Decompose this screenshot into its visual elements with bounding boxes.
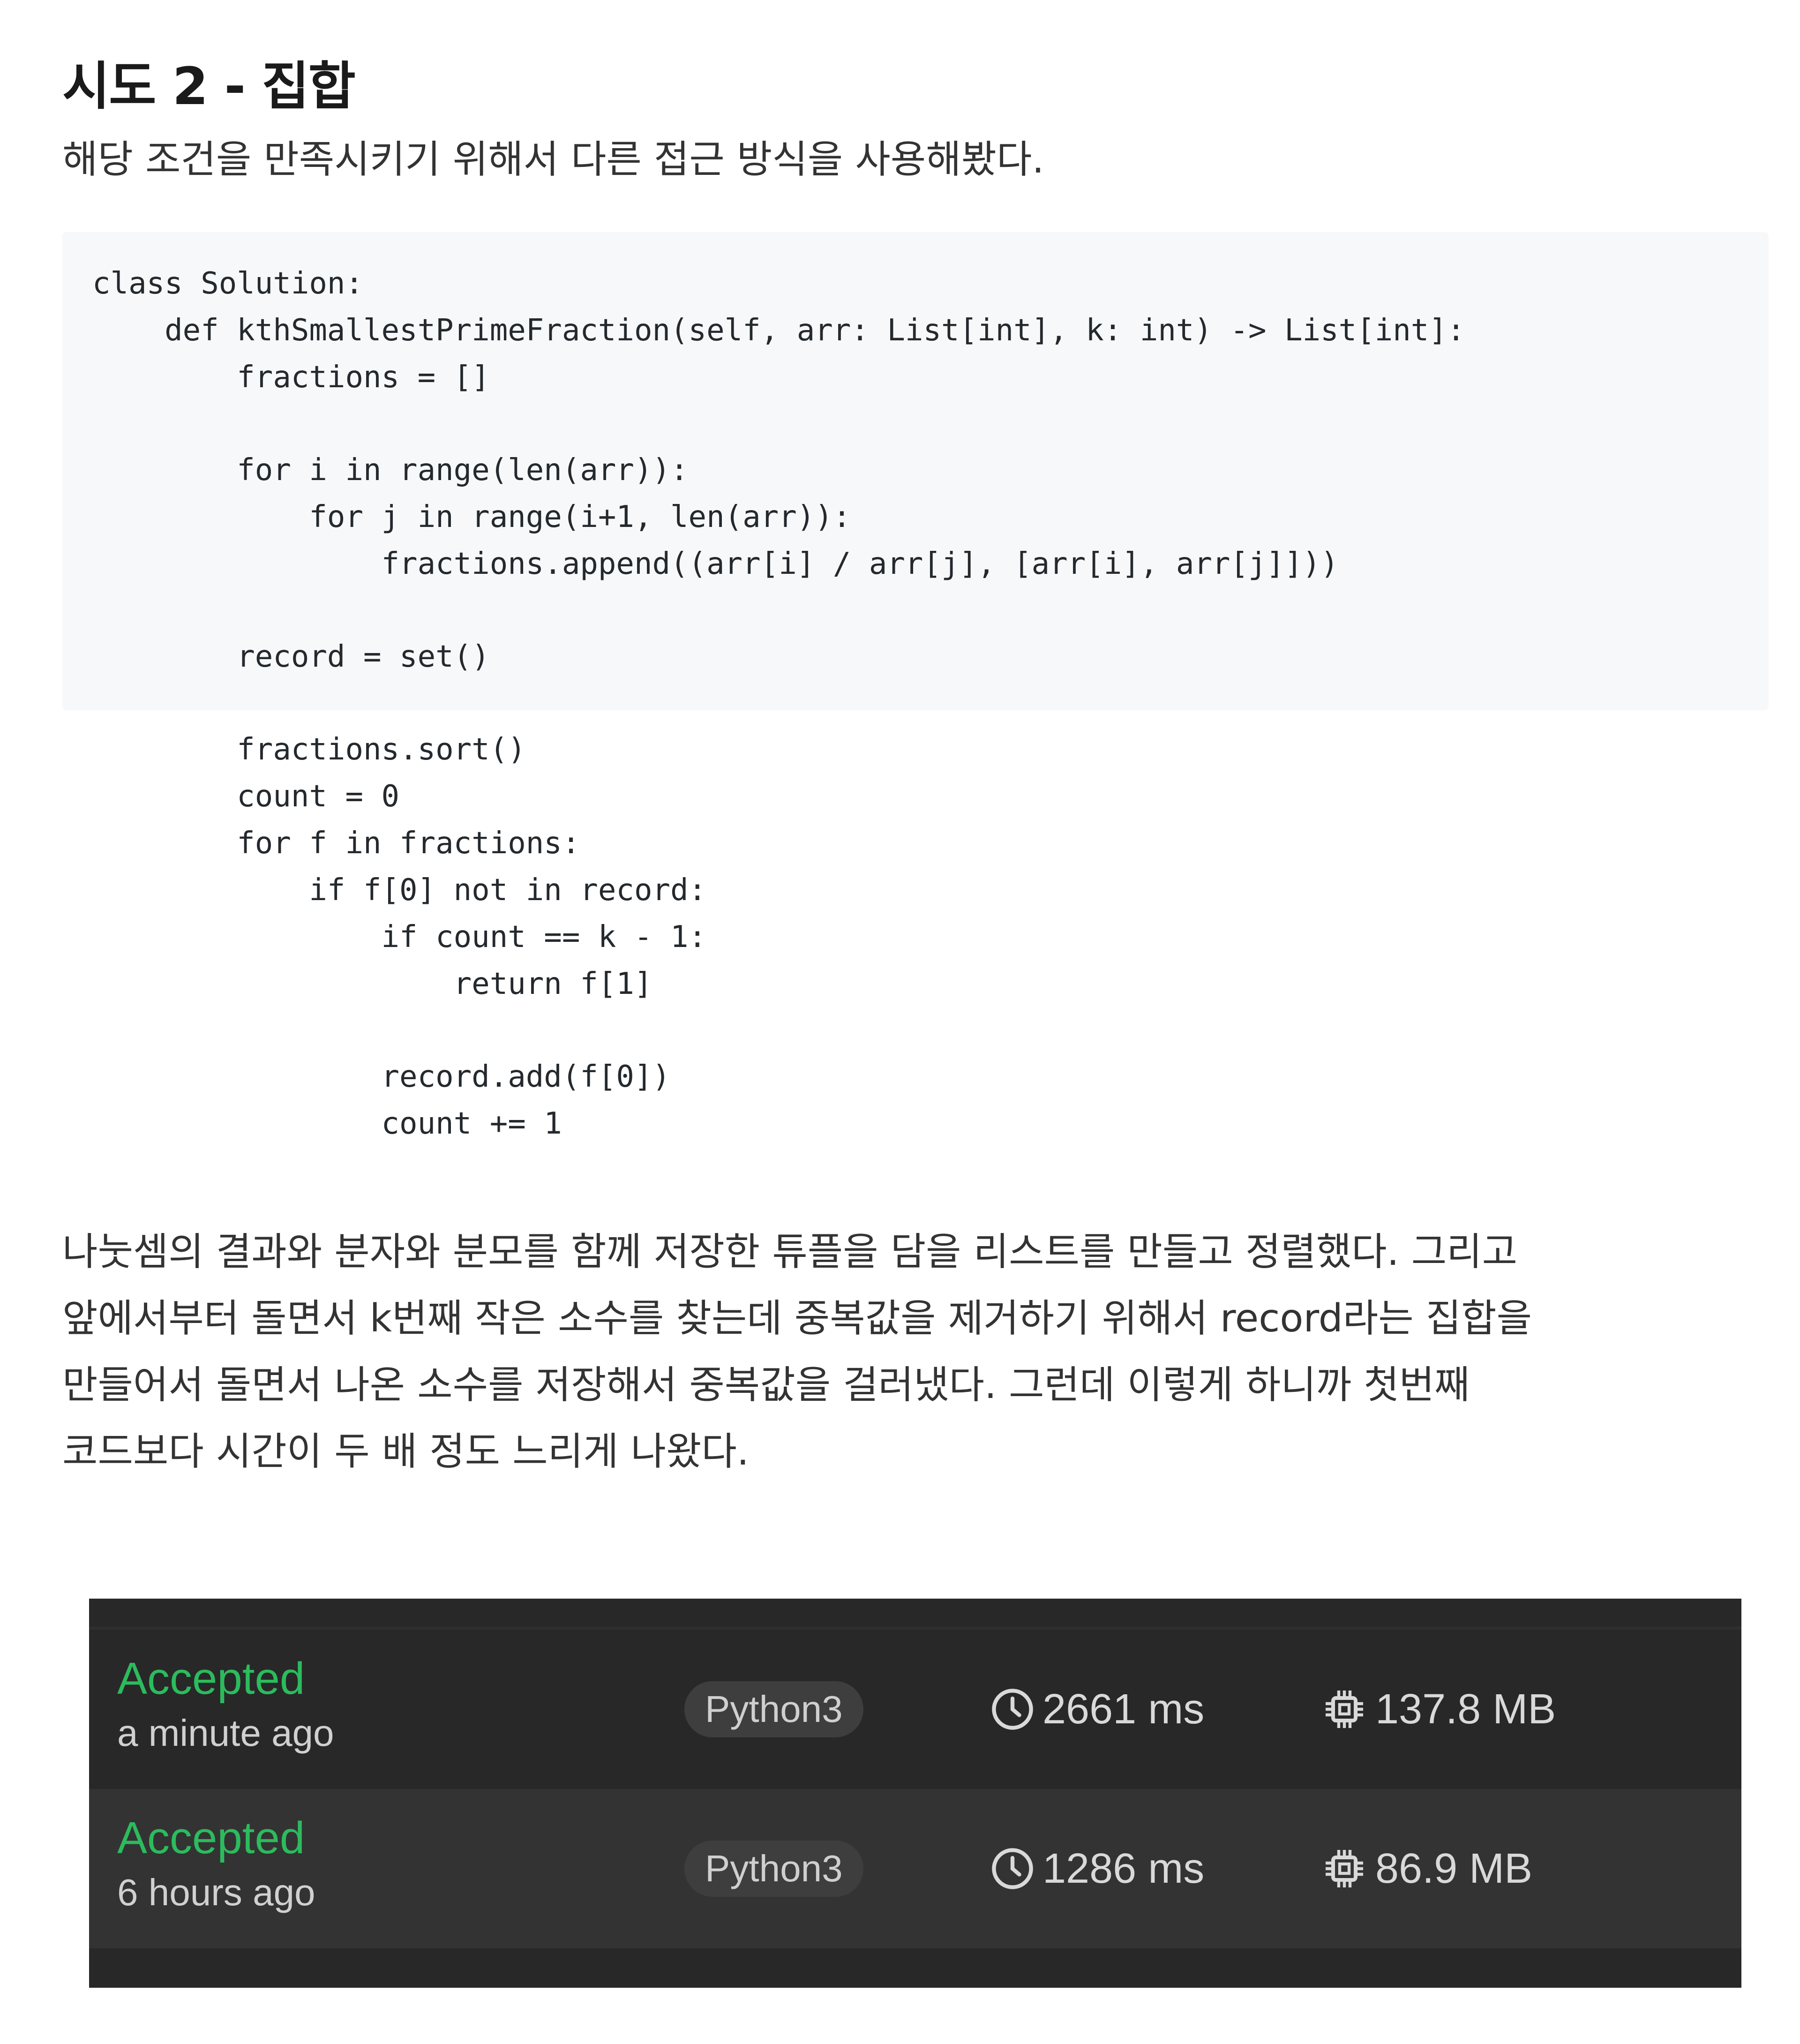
explanation-line: 나눗셈의 결과와 분자와 분모를 함께 저장한 튜플을 담을 리스트를 만들고 … — [62, 1230, 1518, 1274]
explanation-line: 앞에서부터 돌면서 k번째 작은 소수를 찾는데 중복값을 제거하기 위해서 r… — [62, 1296, 1532, 1341]
code-line: for j in range(i+1, len(arr)): — [92, 500, 851, 534]
code-line: fractions = [] — [92, 360, 490, 395]
submissions-header-cutoff — [89, 1599, 1741, 1630]
memory-value: 137.8 MB — [1375, 1685, 1556, 1733]
submission-row[interactable]: Accepted 6 hours ago Python3 1286 ms 86.… — [89, 1789, 1741, 1948]
chip-icon — [1322, 1687, 1367, 1732]
language-badge: Python3 — [684, 1681, 863, 1737]
runtime-value: 1286 ms — [1042, 1845, 1205, 1892]
explanation-line: 만들어서 돌면서 나온 소수를 저장해서 중복값을 걸러냈다. 그런데 이렇게 … — [62, 1363, 1470, 1407]
submission-status[interactable]: Accepted — [117, 1812, 305, 1864]
code-line: record = set() — [92, 639, 490, 674]
code-line: class Solution: — [92, 266, 363, 301]
code-block: class Solution: def kthSmallestPrimeFrac… — [62, 232, 1769, 1141]
clock-icon — [989, 1845, 1036, 1892]
code-line: count = 0 — [92, 779, 400, 814]
submission-time-ago: a minute ago — [117, 1712, 334, 1754]
code-line: record.add(f[0]) — [92, 1060, 671, 1094]
explanation-paragraph: 나눗셈의 결과와 분자와 분모를 함께 저장한 튜플을 담을 리스트를 만들고 … — [62, 1219, 1750, 1485]
section-heading: 시도 2 - 집합 — [62, 56, 356, 116]
code-line: fractions.append((arr[i] / arr[j], [arr[… — [92, 547, 1339, 581]
memory-value: 86.9 MB — [1375, 1845, 1533, 1892]
memory: 86.9 MB — [1322, 1841, 1532, 1897]
memory: 137.8 MB — [1322, 1681, 1556, 1737]
code-line: fractions.sort() — [92, 732, 526, 767]
runtime-value: 2661 ms — [1042, 1685, 1205, 1733]
language-badge: Python3 — [684, 1841, 863, 1897]
intro-paragraph: 해당 조건을 만족시키기 위해서 다른 접근 방식을 사용해봤다. — [62, 137, 1044, 182]
code-line: count += 1 — [92, 1106, 562, 1141]
code-line: if count == k - 1: — [92, 920, 707, 954]
code-line: return f[1] — [92, 967, 652, 1001]
code-line: for f in fractions: — [92, 826, 580, 861]
clock-icon — [989, 1686, 1036, 1733]
submission-row[interactable]: Accepted a minute ago Python3 2661 ms 13… — [89, 1630, 1741, 1789]
runtime: 2661 ms — [989, 1681, 1204, 1737]
code-line: for i in range(len(arr)): — [92, 453, 689, 488]
code-line: if f[0] not in record: — [92, 873, 707, 908]
submission-time-ago: 6 hours ago — [117, 1871, 315, 1913]
runtime: 1286 ms — [989, 1841, 1204, 1897]
code-line: def kthSmallestPrimeFraction(self, arr: … — [92, 313, 1465, 348]
submission-status[interactable]: Accepted — [117, 1653, 305, 1705]
submissions-panel: Accepted a minute ago Python3 2661 ms 13… — [89, 1599, 1741, 1988]
chip-icon — [1322, 1846, 1367, 1891]
explanation-line: 코드보다 시간이 두 배 정도 느리게 나왔다. — [62, 1429, 749, 1474]
